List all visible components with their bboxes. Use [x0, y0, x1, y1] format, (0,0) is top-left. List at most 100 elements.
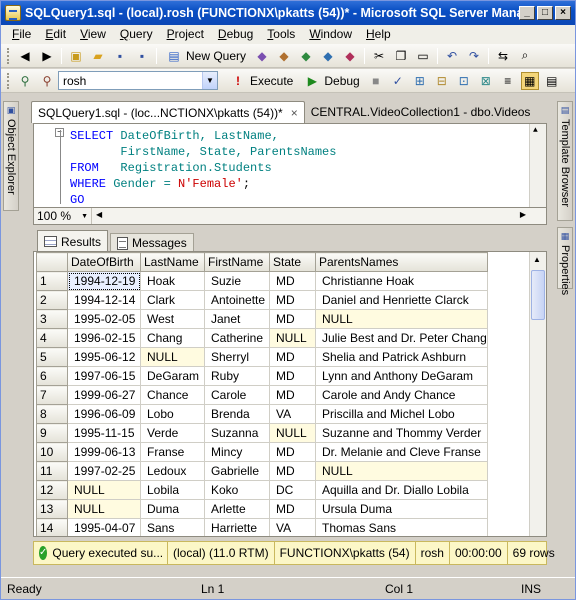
grid-cell[interactable]: NULL [269, 328, 316, 348]
zoom-dropdown[interactable]: 100 % ▼ [34, 208, 92, 224]
grid-cell[interactable]: Chance [140, 385, 205, 405]
grid-cell[interactable]: MD [269, 385, 316, 405]
grid-cell[interactable]: Janet [204, 309, 270, 329]
dmx-query-icon[interactable]: ◆ [297, 47, 315, 65]
new-project-icon[interactable]: ▣ [67, 47, 85, 65]
object-explorer-tab[interactable]: ▣ Object Explorer [3, 101, 19, 211]
cut-icon[interactable]: ✂ [370, 47, 388, 65]
scroll-up-icon[interactable]: ▲ [533, 255, 541, 264]
results-to-text-icon[interactable]: ≡ [499, 72, 517, 90]
grid-cell[interactable]: Arlette [204, 499, 270, 519]
results-to-grid-icon[interactable]: ▦ [520, 71, 539, 90]
grid-cell[interactable]: Gabrielle [204, 461, 270, 481]
title-bar[interactable]: SQLQuery1.sql - (local).rosh (FUNCTIONX\… [1, 1, 575, 25]
grid-corner[interactable] [36, 252, 68, 272]
table-row[interactable]: 1 1994-12-19 Hoak Suzie MD Christianne Hoak [36, 271, 488, 291]
row-number[interactable]: 6 [36, 366, 68, 386]
grid-cell[interactable]: Sans [140, 518, 205, 536]
grid-cell[interactable]: MD [269, 347, 316, 367]
grid-cell[interactable]: Priscilla and Michel Lobo [315, 404, 488, 424]
grid-cell[interactable]: Hoak [140, 271, 205, 291]
table-row[interactable]: 11 1997-02-25 Ledoux Gabrielle MD NULL [36, 461, 488, 481]
tab-videocollection[interactable]: CENTRAL.VideoCollection1 - dbo.Videos [305, 101, 537, 123]
grid-cell[interactable]: Dr. Melanie and Cleve Franse [315, 442, 488, 462]
grid-cell[interactable]: MD [269, 442, 316, 462]
grid-cell[interactable]: MD [269, 290, 316, 310]
tab-sqlquery1[interactable]: SQLQuery1.sql - (loc...NCTIONX\pkatts (5… [31, 101, 305, 123]
table-row[interactable]: 13 NULL Duma Arlette MD Ursula Duma [36, 499, 488, 519]
row-number[interactable]: 4 [36, 328, 68, 348]
tab-results[interactable]: Results [37, 230, 109, 252]
menu-query[interactable]: Query [113, 25, 160, 44]
row-number[interactable]: 11 [36, 461, 68, 481]
table-row[interactable]: 6 1997-06-15 DeGaram Ruby MD Lynn and Anthony… [36, 366, 488, 386]
grid-cell[interactable]: DC [269, 480, 316, 500]
minimize-button[interactable]: _ [519, 6, 535, 20]
close-tab-icon[interactable]: × [291, 106, 298, 120]
back-icon[interactable]: ◀ [16, 47, 34, 65]
table-row[interactable]: 10 1999-06-13 Franse Mincy MD Dr. Melanie and… [36, 442, 488, 462]
grid-cell[interactable]: Ruby [204, 366, 270, 386]
grid-cell[interactable]: 1995-06-12 [67, 347, 141, 367]
grid-cell[interactable]: DeGaram [140, 366, 205, 386]
stop-icon[interactable]: ■ [367, 72, 385, 90]
toolbar-grip[interactable] [7, 47, 10, 64]
results-grid[interactable]: DateOfBirth LastName FirstName State Par… [33, 251, 547, 537]
grid-cell[interactable]: Ledoux [140, 461, 205, 481]
scroll-right-icon[interactable]: ▶ [520, 210, 526, 219]
table-row[interactable]: 2 1994-12-14 Clark Antoinette MD Daniel and H… [36, 290, 488, 310]
table-row[interactable]: 8 1996-06-09 Lobo Brenda VA Priscilla and Mic… [36, 404, 488, 424]
grid-cell[interactable]: Verde [140, 423, 205, 443]
grid-cell[interactable]: West [140, 309, 205, 329]
grid-cell[interactable]: Chang [140, 328, 205, 348]
row-number[interactable]: 8 [36, 404, 68, 424]
grid-cell[interactable]: MD [269, 271, 316, 291]
menu-window[interactable]: Window [302, 25, 359, 44]
menu-project[interactable]: Project [160, 25, 211, 44]
grid-cell[interactable]: Catherine [204, 328, 270, 348]
row-number[interactable]: 3 [36, 309, 68, 329]
template-browser-tab[interactable]: ▤ Template Browser [557, 101, 573, 221]
grid-cell[interactable]: Brenda [204, 404, 270, 424]
grid-cell[interactable]: Lobo [140, 404, 205, 424]
grid-cell[interactable]: Franse [140, 442, 205, 462]
scroll-left-icon[interactable]: ◀ [96, 210, 102, 219]
parse-checkmark-icon[interactable]: ✓ [389, 72, 407, 90]
menu-edit[interactable]: Edit [38, 25, 73, 44]
debug-button[interactable]: ▶ Debug [298, 71, 364, 91]
grid-cell[interactable]: Daniel and Henriette Clarck [315, 290, 488, 310]
grid-cell[interactable]: Antoinette [204, 290, 270, 310]
include-plan-icon[interactable]: ⊡ [455, 72, 473, 90]
paste-icon[interactable]: ▭ [414, 47, 432, 65]
copy-icon[interactable]: ❐ [392, 47, 410, 65]
grid-cell[interactable]: Clark [140, 290, 205, 310]
grid-cell[interactable]: 1995-04-07 [67, 518, 141, 536]
execute-button[interactable]: ! Execute [224, 71, 298, 91]
grid-cell[interactable]: VA [269, 404, 316, 424]
table-row[interactable]: 4 1996-02-15 Chang Catherine NULL Julie Best … [36, 328, 488, 348]
table-row[interactable]: 5 1995-06-12 NULL Sherryl MD Shelia and Patri… [36, 347, 488, 367]
save-all-icon[interactable]: ▪ [133, 47, 151, 65]
db-engine-query-icon[interactable]: ◆ [253, 47, 271, 65]
redo-icon[interactable]: ↷ [465, 47, 483, 65]
grid-cell[interactable]: Christianne Hoak [315, 271, 488, 291]
grid-cell[interactable]: Shelia and Patrick Ashburn [315, 347, 488, 367]
grid-cell[interactable]: Koko [204, 480, 270, 500]
row-number[interactable]: 9 [36, 423, 68, 443]
row-number[interactable]: 10 [36, 442, 68, 462]
grid-cell[interactable]: NULL [269, 423, 316, 443]
grid-cell[interactable]: NULL [67, 499, 141, 519]
menu-tools[interactable]: Tools [260, 25, 302, 44]
disconnect-icon[interactable]: ⚲ [38, 72, 56, 90]
grid-cell[interactable]: Suzanne and Thommy Verder [315, 423, 488, 443]
scroll-up-icon[interactable]: ▲ [533, 126, 538, 135]
menu-file[interactable]: File [5, 25, 38, 44]
tab-messages[interactable]: Messages [110, 233, 194, 252]
grid-cell[interactable]: Suzie [204, 271, 270, 291]
grid-cell[interactable]: Aquilla and Dr. Diallo Lobila [315, 480, 488, 500]
grid-cell[interactable]: 1997-02-25 [67, 461, 141, 481]
save-icon[interactable]: ▪ [111, 47, 129, 65]
grid-cell[interactable]: NULL [315, 461, 488, 481]
table-row[interactable]: 3 1995-02-05 West Janet MD NULL [36, 309, 488, 329]
grid-cell[interactable]: Lynn and Anthony DeGaram [315, 366, 488, 386]
